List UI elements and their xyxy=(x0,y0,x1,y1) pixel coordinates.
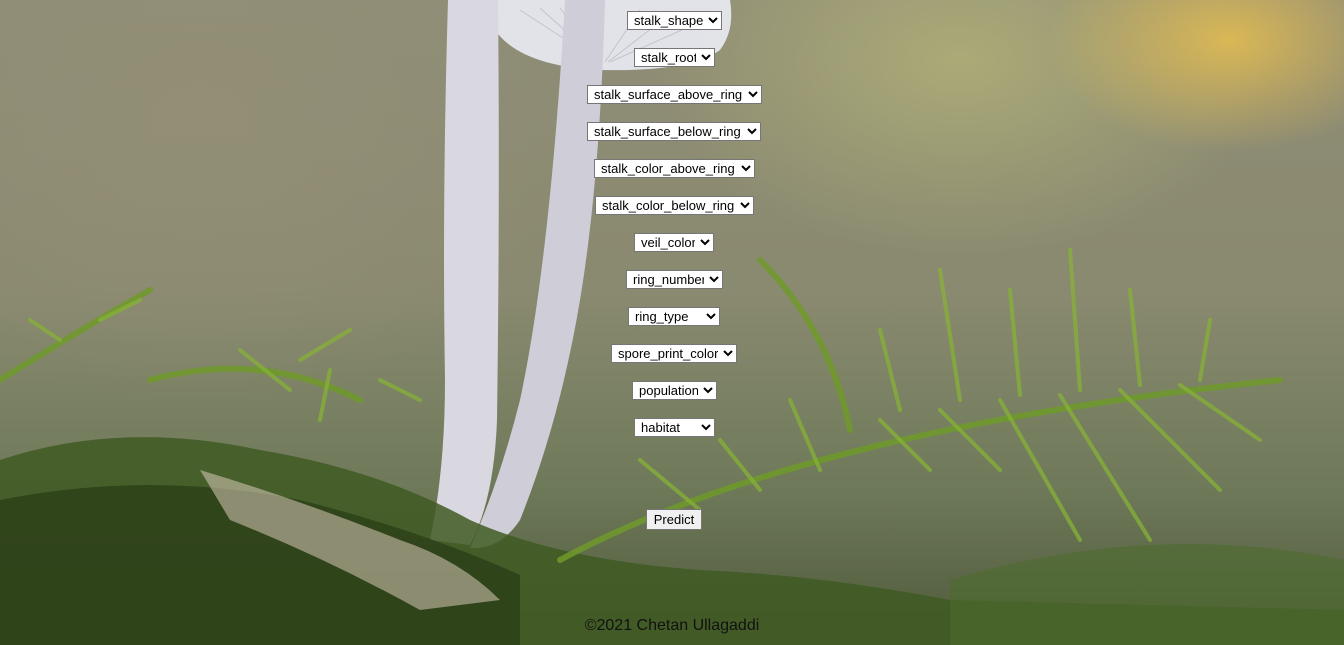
habitat-select[interactable]: habitat xyxy=(634,418,715,437)
mushroom-stem-right xyxy=(470,0,605,549)
stalk-surface-above-ring-select[interactable]: stalk_surface_above_ring xyxy=(587,85,762,104)
ring-type-select[interactable]: ring_type xyxy=(628,307,720,326)
spore-print-color-select[interactable]: spore_print_color xyxy=(611,344,737,363)
stalk-color-below-ring-select[interactable]: stalk_color_below_ring xyxy=(595,196,754,215)
moss-ground xyxy=(0,437,1344,645)
footer-copyright: ©2021 Chetan Ullagaddi xyxy=(584,617,760,634)
population-select[interactable]: population xyxy=(632,381,717,400)
stalk-root-select[interactable]: stalk_root xyxy=(634,48,715,67)
veil-color-select[interactable]: veil_color xyxy=(634,233,714,252)
mushroom-stem-left xyxy=(430,0,499,545)
predict-button[interactable]: Predict xyxy=(646,509,702,530)
stalk-shape-select[interactable]: stalk_shape xyxy=(627,11,722,30)
stalk-color-above-ring-select[interactable]: stalk_color_above_ring xyxy=(594,159,755,178)
ring-number-select[interactable]: ring_number xyxy=(626,270,723,289)
stalk-surface-below-ring-select[interactable]: stalk_surface_below_ring xyxy=(587,122,761,141)
